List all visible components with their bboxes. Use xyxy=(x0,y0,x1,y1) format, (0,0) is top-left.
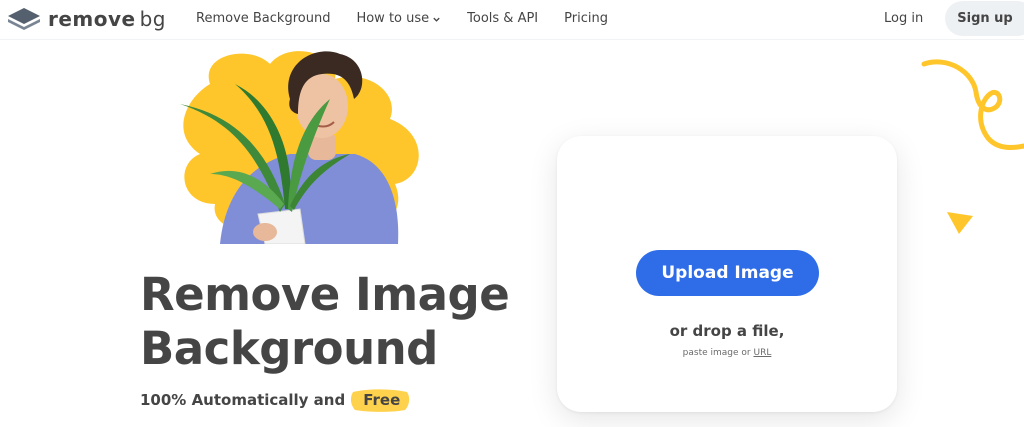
nav-label: Tools & API xyxy=(467,11,539,26)
page-title: Remove Image Background xyxy=(140,268,520,376)
nav-remove-background[interactable]: Remove Background xyxy=(196,10,330,28)
nav-tools-api[interactable]: Tools & API xyxy=(467,10,538,28)
title-line-1: Remove Image xyxy=(140,268,510,321)
free-highlight: Free xyxy=(351,388,410,412)
main-nav: Remove Background How to use Tools & API… xyxy=(196,10,608,28)
nav-how-to-use[interactable]: How to use xyxy=(356,10,441,28)
nav-label: Remove Background xyxy=(196,11,331,26)
yellow-squiggle-decoration xyxy=(921,59,1024,151)
drop-file-text: or drop a file, xyxy=(669,322,785,340)
subtitle: 100% Automatically and Free xyxy=(140,388,410,412)
title-line-2: Background xyxy=(140,322,438,375)
removebg-logo[interactable]: remove bg xyxy=(6,6,166,32)
upload-card: Upload Image or drop a file, paste image… xyxy=(557,136,897,412)
subtitle-prefix: 100% Automatically and xyxy=(140,391,346,409)
login-link[interactable]: Log in xyxy=(884,10,923,28)
logo-wordmark: remove bg xyxy=(48,7,166,31)
nav-pricing[interactable]: Pricing xyxy=(564,10,608,28)
paste-hint: paste image or URL xyxy=(557,348,897,358)
layers-logo-icon xyxy=(8,8,40,30)
upload-image-button[interactable]: Upload Image xyxy=(636,250,819,296)
signup-button[interactable]: Sign up xyxy=(945,1,1024,36)
paste-hint-text: paste image or xyxy=(682,348,751,358)
top-navbar: remove bg Remove Background How to use To… xyxy=(0,0,1024,40)
hero-image xyxy=(140,44,470,244)
url-link[interactable]: URL xyxy=(753,348,771,358)
chevron-down-icon xyxy=(433,17,440,22)
nav-label: How to use xyxy=(356,11,430,26)
yellow-triangle-decoration xyxy=(947,212,973,234)
nav-label: Pricing xyxy=(564,11,608,26)
